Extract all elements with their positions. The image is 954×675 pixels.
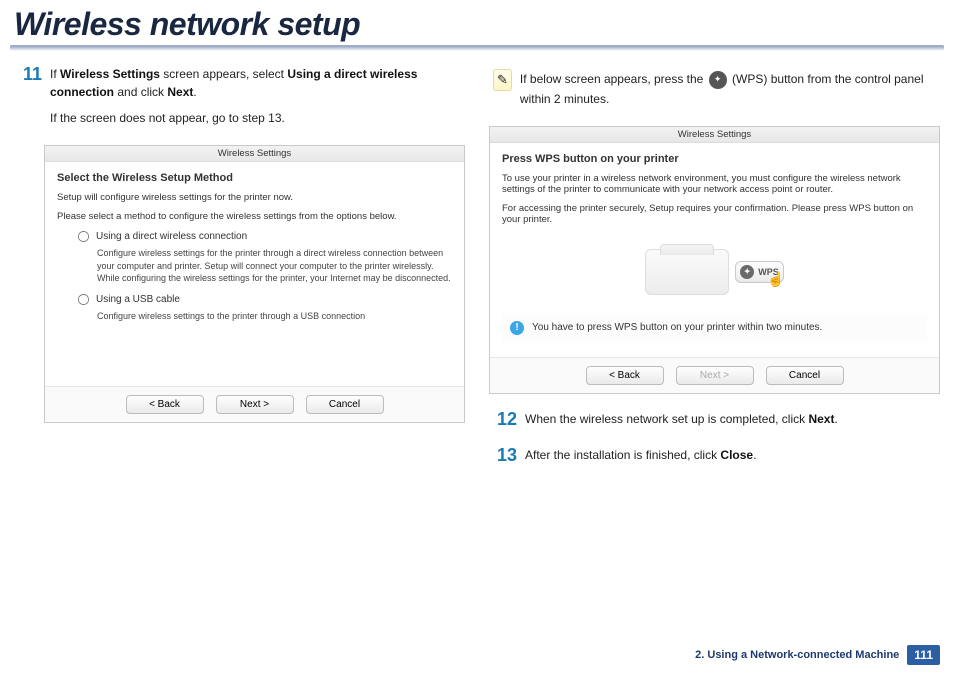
dialog-wps: Wireless Settings Press WPS button on yo… [489,126,940,394]
dialog-title: Wireless Settings [45,146,464,162]
page-title: Wireless network setup [0,0,954,45]
note-icon: ✎ [493,69,512,91]
dialog-text: Please select a method to configure the … [57,211,452,222]
option-description: Configure wireless settings to the print… [97,310,452,323]
wps-button-illustration: ✦ WPS ☝ [735,261,784,283]
dialog-text: Setup will configure wireless settings f… [57,192,452,203]
option-label: Using a direct wireless connection [96,231,247,242]
step-12: 12 When the wireless network set up is c… [489,410,940,436]
text: . [193,85,196,99]
option-usb-cable: Using a USB cable Configure wireless set… [77,293,452,323]
text: If the screen does not appear, go to ste… [50,109,465,127]
wps-icon: ✦ [709,71,727,89]
bold-text: Next [808,412,834,426]
page-number: 111 [907,645,940,665]
option-description: Configure wireless settings for the prin… [97,247,452,285]
step-13: 13 After the installation is finished, c… [489,446,940,472]
next-button[interactable]: Next > [676,366,754,385]
dialog-title: Wireless Settings [490,127,939,143]
info-row: ! You have to press WPS button on your p… [502,315,927,341]
step-body: When the wireless network set up is comp… [525,410,838,436]
dialog-text: To use your printer in a wireless networ… [502,173,927,195]
dialog-heading: Select the Wireless Setup Method [57,172,452,184]
tip-note: ✎ If below screen appears, press the ✦ (… [489,65,940,120]
bold-text: Next [167,85,193,99]
step-number: 12 [489,410,517,436]
text: If below screen appears, press the [520,72,707,86]
step-body: If Wireless Settings screen appears, sel… [50,65,465,135]
next-button[interactable]: Next > [216,395,294,414]
back-button[interactable]: < Back [126,395,204,414]
right-column: ✎ If below screen appears, press the ✦ (… [489,65,940,482]
footer-section: 2. Using a Network-connected Machine [695,649,899,661]
text: After the installation is finished, clic… [525,448,720,462]
step-number: 13 [489,446,517,472]
radio-usb-cable[interactable] [78,294,89,305]
title-underline [10,45,944,51]
printer-illustration: ✦ WPS ☝ [502,249,927,295]
option-direct-wireless: Using a direct wireless connection Confi… [77,230,452,285]
text: (WPS) [732,72,767,86]
cancel-button[interactable]: Cancel [766,366,844,385]
text: If [50,67,60,81]
dialog-buttons: < Back Next > Cancel [45,386,464,422]
printer-icon [645,249,729,295]
page-footer: 2. Using a Network-connected Machine 111 [695,645,940,665]
dialog-wireless-method: Wireless Settings Select the Wireless Se… [44,145,465,423]
wps-icon: ✦ [740,265,754,279]
left-column: 11 If Wireless Settings screen appears, … [14,65,465,482]
cursor-icon: ☝ [767,271,784,288]
text: When the wireless network set up is comp… [525,412,808,426]
info-icon: ! [510,321,524,335]
dialog-text: For accessing the printer securely, Setu… [502,203,927,225]
step-number: 11 [14,65,42,135]
dialog-heading: Press WPS button on your printer [502,153,927,165]
info-text: You have to press WPS button on your pri… [532,322,822,333]
dialog-buttons: < Back Next > Cancel [490,357,939,393]
radio-direct-wireless[interactable] [78,231,89,242]
step-11: 11 If Wireless Settings screen appears, … [14,65,465,135]
step-body: After the installation is finished, clic… [525,446,756,472]
text: and click [114,85,167,99]
bold-text: Close [720,448,753,462]
text: screen appears, select [160,67,287,81]
back-button[interactable]: < Back [586,366,664,385]
cancel-button[interactable]: Cancel [306,395,384,414]
text: . [834,412,837,426]
bold-text: Wireless Settings [60,67,160,81]
text: . [753,448,756,462]
option-label: Using a USB cable [96,294,180,305]
